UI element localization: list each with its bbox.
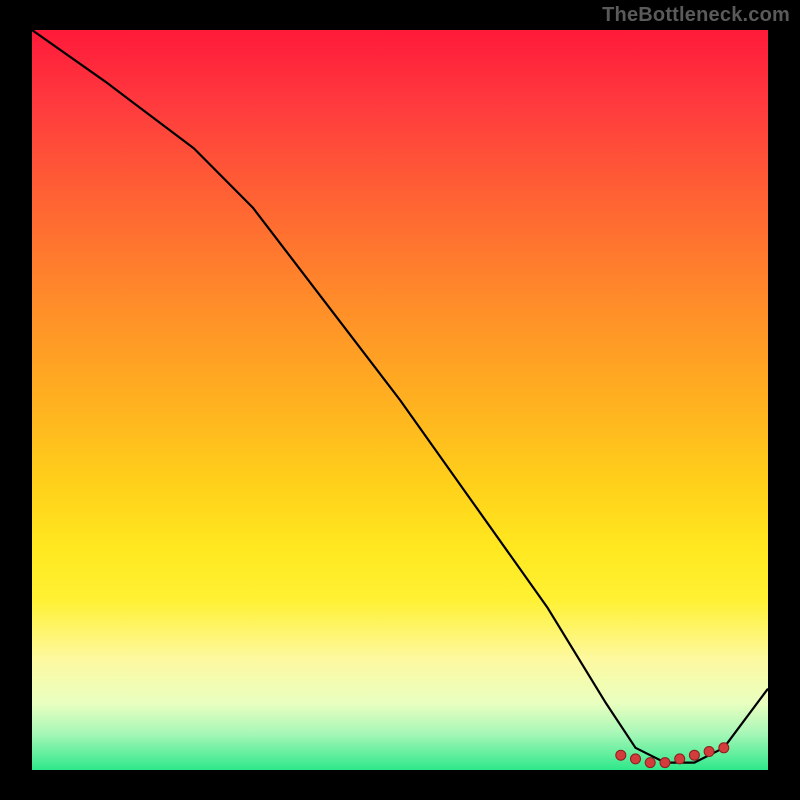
optimal-marker	[645, 758, 655, 768]
bottleneck-curve	[32, 30, 768, 763]
optimal-marker	[689, 750, 699, 760]
plot-area	[32, 30, 768, 770]
optimal-marker	[675, 754, 685, 764]
chart-frame: TheBottleneck.com	[0, 0, 800, 800]
optimal-marker	[631, 754, 641, 764]
optimal-marker	[704, 747, 714, 757]
optimal-marker	[616, 750, 626, 760]
attribution-label: TheBottleneck.com	[602, 4, 790, 27]
optimal-marker	[660, 758, 670, 768]
chart-svg	[32, 30, 768, 770]
optimal-marker	[719, 743, 729, 753]
optimal-range-markers	[616, 743, 729, 768]
